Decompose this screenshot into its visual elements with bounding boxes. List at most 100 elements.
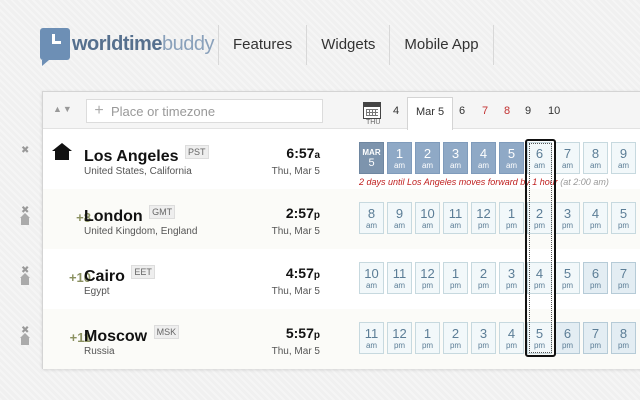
hour-cell[interactable]: 4 pm bbox=[499, 322, 524, 354]
set-home-icon[interactable] bbox=[20, 333, 30, 345]
hour-meridiem: pm bbox=[561, 341, 574, 350]
hour-number: 2 bbox=[451, 326, 460, 341]
date-tab-7[interactable]: 7 bbox=[482, 105, 488, 117]
timezone-row-cairo: ✖ +10 Cairo EET Egypt 4:57p Thu, Mar 5 1… bbox=[20, 249, 640, 309]
hour-cell[interactable]: 5 am bbox=[499, 142, 524, 174]
hour-cell[interactable]: 7 am bbox=[555, 142, 580, 174]
hour-cell[interactable]: 10 am bbox=[415, 202, 440, 234]
hour-meridiem: am bbox=[365, 281, 378, 290]
hour-number: 7 bbox=[563, 146, 572, 161]
hour-cell[interactable]: 3 am bbox=[443, 142, 468, 174]
hour-number: 3 bbox=[451, 146, 460, 161]
hour-cell[interactable]: 3 pm bbox=[555, 202, 580, 234]
nav-mobile-app-link[interactable]: Mobile App bbox=[389, 25, 494, 65]
hour-cell[interactable]: 6 pm bbox=[583, 262, 608, 294]
hour-cell[interactable]: 7 pm bbox=[611, 262, 636, 294]
hour-number: 1 bbox=[395, 146, 404, 161]
hour-meridiem: am bbox=[449, 161, 462, 170]
nav-features-link[interactable]: Features bbox=[218, 25, 306, 65]
hour-cell[interactable]: 10 am bbox=[359, 262, 384, 294]
hour-meridiem: pm bbox=[561, 221, 574, 230]
city-name[interactable]: Cairo EET bbox=[84, 265, 155, 286]
current-date: Thu, Mar 5 bbox=[271, 166, 320, 177]
date-tab-6[interactable]: 6 bbox=[459, 105, 465, 117]
hour-cell[interactable]: 8 am bbox=[583, 142, 608, 174]
hour-cell[interactable]: 1 pm bbox=[443, 262, 468, 294]
date-tab-mar-5[interactable]: Mar 5 bbox=[407, 97, 454, 130]
hour-cell[interactable]: 3 pm bbox=[471, 322, 496, 354]
hour-cell[interactable]: 1 pm bbox=[415, 322, 440, 354]
hour-cell[interactable]: 4 am bbox=[471, 142, 496, 174]
hour-meridiem: 5 bbox=[368, 157, 375, 169]
hour-number: 6 bbox=[535, 146, 544, 161]
hour-cell[interactable]: 11 am bbox=[359, 322, 384, 354]
hour-cell[interactable]: 12 pm bbox=[387, 322, 412, 354]
hour-meridiem: pm bbox=[449, 281, 462, 290]
city-name[interactable]: Moscow MSK bbox=[84, 325, 180, 346]
logo-text: worldtimebuddy bbox=[72, 32, 214, 55]
hour-meridiem: pm bbox=[505, 281, 518, 290]
hour-cell[interactable]: 3 pm bbox=[499, 262, 524, 294]
hour-number: 6 bbox=[563, 326, 572, 341]
date-cell[interactable]: MAR 5 bbox=[359, 142, 384, 174]
hour-number: 2 bbox=[479, 266, 488, 281]
hour-cell[interactable]: 1 pm bbox=[499, 202, 524, 234]
hour-number: 10 bbox=[364, 266, 379, 281]
hour-cell[interactable]: 6 am bbox=[527, 142, 552, 174]
current-time: 4:57p bbox=[285, 265, 320, 281]
hour-cell[interactable]: 8 am bbox=[359, 202, 384, 234]
hour-number: 3 bbox=[563, 206, 572, 221]
hour-cell[interactable]: 5 pm bbox=[527, 322, 552, 354]
hour-meridiem: pm bbox=[505, 221, 518, 230]
search-box[interactable]: + bbox=[86, 99, 323, 123]
hour-cell[interactable]: 8 pm bbox=[611, 322, 636, 354]
hour-number: 6 bbox=[591, 266, 600, 281]
hour-cell[interactable]: 2 pm bbox=[527, 202, 552, 234]
hour-cell[interactable]: 2 am bbox=[415, 142, 440, 174]
timezone-abbr: EET bbox=[131, 265, 155, 279]
date-tab-10[interactable]: 10 bbox=[548, 105, 560, 117]
hour-cell[interactable]: 9 am bbox=[611, 142, 636, 174]
hour-cell[interactable]: 12 pm bbox=[471, 202, 496, 234]
hour-number: 5 bbox=[507, 146, 516, 161]
hour-meridiem: pm bbox=[589, 221, 602, 230]
hour-meridiem: pm bbox=[421, 341, 434, 350]
hour-cell[interactable]: 5 pm bbox=[611, 202, 636, 234]
timezone-search-input[interactable] bbox=[111, 103, 311, 119]
hour-cell[interactable]: 4 pm bbox=[527, 262, 552, 294]
hour-cell[interactable]: 11 am bbox=[443, 202, 468, 234]
sort-arrows-icon[interactable]: ▲▼ bbox=[53, 104, 73, 114]
hour-meridiem: pm bbox=[421, 281, 434, 290]
hour-cell[interactable]: 1 am bbox=[387, 142, 412, 174]
hour-cell[interactable]: 11 am bbox=[387, 262, 412, 294]
hour-cell[interactable]: 7 pm bbox=[583, 322, 608, 354]
hour-meridiem: am bbox=[393, 281, 406, 290]
set-home-icon[interactable] bbox=[20, 273, 30, 285]
set-home-icon[interactable] bbox=[20, 213, 30, 225]
hour-cell[interactable]: 2 pm bbox=[443, 322, 468, 354]
hour-cell[interactable]: 2 pm bbox=[471, 262, 496, 294]
hour-meridiem: pm bbox=[561, 281, 574, 290]
hour-cell[interactable]: 6 pm bbox=[555, 322, 580, 354]
date-tab-4[interactable]: 4 bbox=[393, 105, 399, 117]
hour-meridiem: pm bbox=[589, 341, 602, 350]
nav-widgets-link[interactable]: Widgets bbox=[306, 25, 389, 65]
toolbar: ▲▼ + 4 Mar 5 6 7 8 9 10 bbox=[43, 92, 640, 130]
hour-meridiem: am bbox=[561, 161, 574, 170]
hour-cell[interactable]: 12 pm bbox=[415, 262, 440, 294]
current-date: Thu, Mar 5 bbox=[271, 286, 320, 297]
hour-cell[interactable]: 4 pm bbox=[583, 202, 608, 234]
date-tab-9[interactable]: 9 bbox=[525, 105, 531, 117]
hour-number: MAR bbox=[362, 148, 381, 157]
city-name[interactable]: Los Angeles PST bbox=[84, 145, 209, 166]
city-name[interactable]: London GMT bbox=[84, 205, 176, 226]
hour-number: 3 bbox=[479, 326, 488, 341]
logo[interactable]: worldtimebuddy bbox=[40, 27, 214, 66]
hour-number: 4 bbox=[591, 206, 600, 221]
hour-cell[interactable]: 5 pm bbox=[555, 262, 580, 294]
remove-row-icon[interactable]: ✖ bbox=[21, 146, 29, 156]
hour-meridiem: am bbox=[393, 221, 406, 230]
date-tab-8[interactable]: 8 bbox=[504, 105, 510, 117]
calendar-icon[interactable] bbox=[363, 102, 381, 119]
hour-cell[interactable]: 9 am bbox=[387, 202, 412, 234]
